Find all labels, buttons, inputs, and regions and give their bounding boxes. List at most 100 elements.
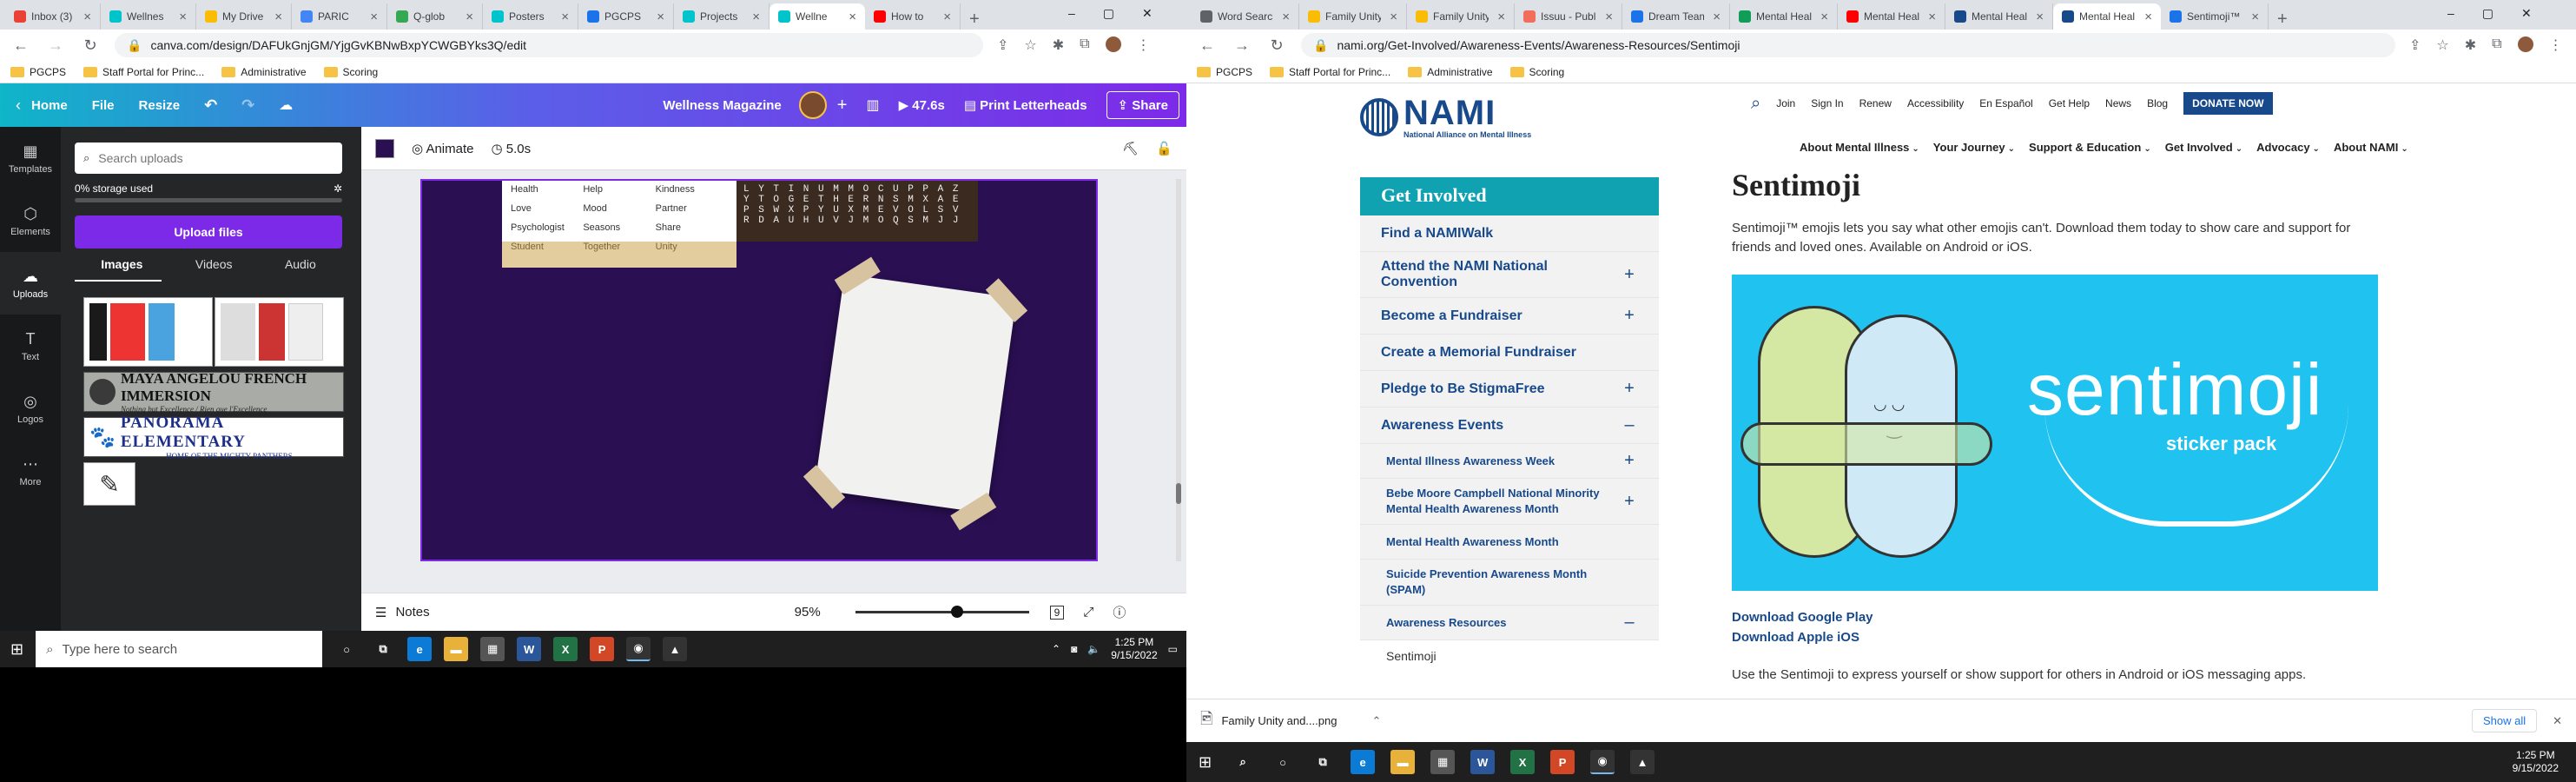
taskbar-search[interactable]: ⌕ Type here to search	[36, 631, 323, 667]
zoom-slider-thumb[interactable]	[950, 606, 963, 618]
google-play-link[interactable]: Download Google Play	[1732, 610, 2392, 625]
upload-files-button[interactable]: Upload files	[75, 215, 342, 249]
excel-icon[interactable]: X	[1510, 750, 1536, 774]
notes-button[interactable]: Notes	[395, 605, 429, 620]
tab-images[interactable]: Images	[101, 257, 142, 271]
share-button[interactable]: ⇪ Share	[1106, 91, 1179, 119]
main-nav-item[interactable]: About Mental Illness ⌄	[1800, 141, 1919, 154]
side-nav-logos[interactable]: ◎ Logos	[0, 377, 61, 440]
search-input[interactable]	[98, 151, 325, 165]
chrome-icon[interactable]: ◉	[626, 637, 651, 661]
print-button[interactable]: ▤ Print Letterheads	[964, 97, 1087, 113]
design-title[interactable]: Wellness Magazine	[663, 98, 781, 113]
collapse-icon[interactable]: –	[1621, 415, 1638, 435]
photos-icon[interactable]: ▲	[1630, 750, 1655, 774]
utility-link[interactable]: Join	[1776, 97, 1795, 109]
main-nav-item[interactable]: Advocacy ⌄	[2256, 141, 2320, 154]
tab-audio[interactable]: Audio	[285, 257, 316, 271]
thumb-maya-angelou[interactable]: MAYA ANGELOU FRENCH IMMERSION Nothing bu…	[83, 370, 344, 414]
side-nav-elements[interactable]: ⬡ Elements	[0, 189, 61, 252]
avatar[interactable]	[2517, 36, 2533, 52]
sidebar-item[interactable]: Attend the NAMI National Convention +	[1360, 252, 1659, 298]
thumb-screens[interactable]	[83, 297, 344, 367]
browser-tab[interactable]: Mental Heal ×	[2053, 3, 2161, 30]
thumb-sketch[interactable]: ✎	[83, 462, 135, 506]
utility-link[interactable]: Renew	[1859, 97, 1892, 109]
powerpoint-icon[interactable]: P	[1550, 750, 1575, 774]
browser-tab[interactable]: Mental Heal ×	[1730, 3, 1838, 30]
expand-icon[interactable]: +	[1621, 492, 1638, 512]
resize-button[interactable]: Resize	[139, 98, 181, 113]
tab-close-icon[interactable]: ×	[1282, 10, 1290, 24]
browser-tab[interactable]: Dream Team ×	[1622, 3, 1730, 30]
browser-tab[interactable]: Family Unity ×	[1407, 3, 1515, 30]
menu-icon[interactable]: ⋮	[2549, 36, 2563, 54]
settings-icon[interactable]: ✲	[334, 182, 342, 195]
store-icon[interactable]: ▦	[1430, 750, 1456, 774]
chevron-left-icon[interactable]: ‹	[16, 96, 21, 115]
sidebar-sub-item[interactable]: Suicide Prevention Awareness Month (SPAM…	[1360, 560, 1659, 606]
utility-link[interactable]: Get Help	[2049, 97, 2090, 109]
tab-close-icon[interactable]: ×	[943, 10, 951, 24]
menu-icon[interactable]: ⋮	[1137, 36, 1151, 54]
close-icon[interactable]: ✕	[1142, 6, 1153, 21]
cortana-icon[interactable]: ○	[334, 637, 359, 661]
address-bar[interactable]: 🔒 nami.org/Get-Involved/Awareness-Events…	[1301, 33, 2395, 57]
redo-icon[interactable]: ↷	[241, 96, 254, 115]
close-icon[interactable]: ✕	[2521, 6, 2532, 21]
forward-icon[interactable]: →	[45, 36, 66, 55]
tab-close-icon[interactable]: ×	[1713, 10, 1721, 24]
share-page-icon[interactable]: ⇪	[2409, 36, 2421, 54]
tab-videos[interactable]: Videos	[195, 257, 233, 271]
file-explorer-icon[interactable]: ▬	[1390, 750, 1416, 774]
word-icon[interactable]: W	[517, 637, 542, 661]
browser-tab[interactable]: PARIC ×	[292, 3, 387, 30]
show-all-button[interactable]: Show all	[2471, 709, 2538, 732]
tab-close-icon[interactable]: ×	[2144, 10, 2152, 24]
side-nav-uploads[interactable]: ☁ Uploads	[0, 252, 61, 315]
task-view-icon[interactable]: ⧉	[1311, 750, 1335, 774]
store-icon[interactable]: ▦	[480, 637, 505, 661]
chevron-up-icon[interactable]: ⌃	[1052, 643, 1060, 655]
photos-icon[interactable]: ▲	[663, 637, 688, 661]
bookmark-item[interactable]: Administrative	[1408, 66, 1493, 78]
maximize-icon[interactable]: ▢	[1103, 6, 1114, 21]
bookmark-star-icon[interactable]: ☆	[1024, 36, 1036, 54]
tab-close-icon[interactable]: ×	[466, 10, 473, 24]
bookmark-item[interactable]: Staff Portal for Princ...	[1270, 66, 1390, 78]
color-swatch[interactable]	[375, 138, 394, 158]
back-icon[interactable]: ←	[1197, 36, 1218, 55]
main-nav-item[interactable]: Support & Education ⌄	[2029, 141, 2151, 154]
minimize-icon[interactable]: –	[2447, 6, 2454, 20]
expand-icon[interactable]: +	[1621, 379, 1638, 399]
user-avatar[interactable]	[798, 91, 827, 119]
puzzle-icon[interactable]: ⧉	[2492, 36, 2501, 54]
sidebar-item[interactable]: Pledge to Be StigmaFree +	[1360, 371, 1659, 408]
browser-tab[interactable]: How to ×	[865, 3, 961, 30]
insights-icon[interactable]: ▥	[866, 96, 879, 114]
sidebar-item[interactable]: Find a NAMIWalk	[1360, 215, 1659, 252]
bookmark-item[interactable]: Administrative	[221, 66, 307, 78]
share-page-icon[interactable]: ⇪	[997, 36, 1008, 54]
utility-link[interactable]: En Español	[1979, 97, 2032, 109]
collapse-icon[interactable]: –	[1621, 613, 1638, 633]
home-button[interactable]: Home	[31, 98, 68, 113]
task-view-icon[interactable]: ⧉	[371, 637, 395, 661]
tab-close-icon[interactable]: ×	[1497, 10, 1505, 24]
browser-tab[interactable]: My Drive ×	[196, 3, 292, 30]
expand-icon[interactable]: +	[1621, 265, 1638, 285]
browser-tab[interactable]: Posters ×	[483, 3, 578, 30]
puzzle-icon[interactable]: ⧉	[1080, 36, 1089, 54]
bookmark-item[interactable]: PGCPS	[1197, 66, 1252, 78]
tab-close-icon[interactable]: ×	[1928, 10, 1936, 24]
zoom-slider[interactable]	[855, 606, 1029, 618]
edge-icon[interactable]: e	[407, 637, 433, 661]
present-button[interactable]: ▶ 47.6s	[899, 97, 945, 113]
address-bar[interactable]: 🔒 canva.com/design/DAFUkGnjGM/YjgGvKBNwB…	[115, 33, 983, 57]
tab-close-icon[interactable]: ×	[561, 10, 569, 24]
powerpoint-icon[interactable]: P	[590, 637, 615, 661]
cortana-icon[interactable]: ○	[1271, 750, 1295, 774]
expand-icon[interactable]: +	[1621, 451, 1638, 471]
sidebar-sub-item[interactable]: Awareness Resources –	[1360, 606, 1659, 640]
windows-start-icon[interactable]: ⊞	[1199, 753, 1212, 772]
